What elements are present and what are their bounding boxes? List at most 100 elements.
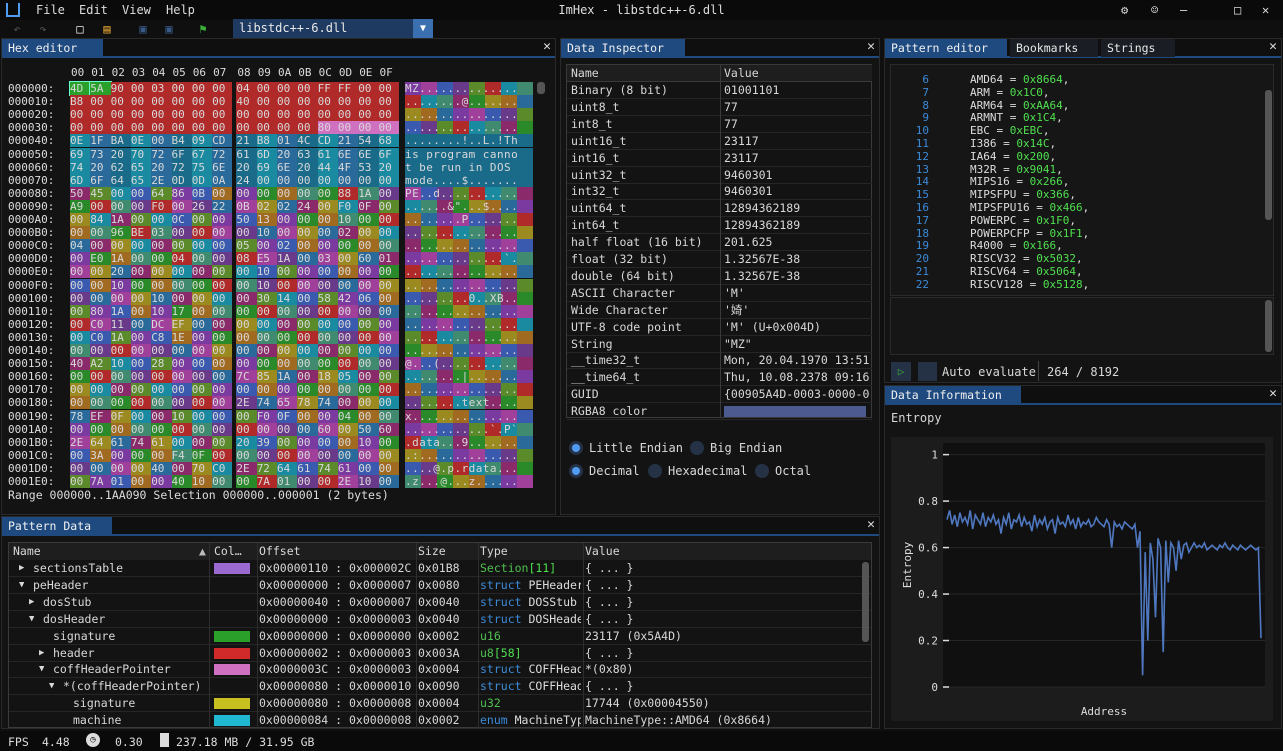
hex-byte[interactable]: 0B <box>236 199 258 213</box>
hex-byte[interactable]: 0F <box>358 199 380 213</box>
hex-byte[interactable]: 00 <box>191 422 213 436</box>
pattern-row[interactable]: signature 0x00000080 : 0x0000008 0x0004 u32… <box>9 695 871 713</box>
hex-byte[interactable]: 00 <box>212 448 233 462</box>
hex-byte[interactable]: 13 <box>256 213 278 226</box>
hex-byte[interactable]: 00 <box>212 422 233 436</box>
hex-byte[interactable]: 00 <box>236 108 258 122</box>
hex-byte[interactable]: 02 <box>337 226 359 240</box>
hex-byte[interactable]: 00 <box>236 357 258 371</box>
hex-byte[interactable]: 00 <box>256 383 278 397</box>
hex-byte[interactable]: 00 <box>70 213 91 226</box>
chevron-right-icon[interactable]: ▶ <box>29 594 34 611</box>
hex-byte[interactable]: 00 <box>236 475 258 488</box>
hex-byte[interactable]: 00 <box>90 422 112 436</box>
col-offset[interactable]: Offset <box>259 543 301 560</box>
col-type[interactable]: Type <box>480 543 508 560</box>
hex-byte[interactable]: 54 <box>358 134 380 148</box>
hex-byte[interactable]: 85 <box>256 370 278 384</box>
hex-byte[interactable]: 04 <box>171 252 193 266</box>
hex-byte[interactable]: 00 <box>236 226 258 240</box>
hex-byte[interactable]: 00 <box>358 95 380 109</box>
hex-byte[interactable]: 00 <box>297 304 319 318</box>
hex-byte[interactable]: 00 <box>110 344 132 357</box>
hex-byte[interactable]: 00 <box>151 239 173 253</box>
hex-byte[interactable]: C0 <box>212 461 233 475</box>
hex-byte[interactable]: 00 <box>358 409 380 423</box>
hex-byte[interactable]: 03 <box>151 82 173 95</box>
hex-byte[interactable]: 00 <box>378 186 399 200</box>
hex-byte[interactable]: 50 <box>236 213 258 226</box>
hex-byte[interactable]: 00 <box>70 422 91 436</box>
hex-byte[interactable]: 00 <box>110 448 132 462</box>
hex-byte[interactable]: 00 <box>212 475 233 488</box>
hex-byte[interactable]: 01 <box>378 252 399 266</box>
hex-byte[interactable]: 10 <box>171 409 193 423</box>
hex-byte[interactable]: 0D <box>191 173 213 187</box>
hex-byte[interactable]: 00 <box>110 95 132 109</box>
hex-ascii[interactable]: PE..d........... <box>405 186 533 200</box>
hex-byte[interactable]: 2E <box>151 173 173 187</box>
hex-byte[interactable]: 00 <box>130 370 152 384</box>
hex-ascii[interactable]: ................ <box>405 317 533 331</box>
hex-byte[interactable]: 00 <box>151 121 173 135</box>
hex-byte[interactable]: 60 <box>358 252 380 266</box>
hex-byte[interactable]: 00 <box>256 82 278 95</box>
hex-byte[interactable]: 00 <box>378 226 399 240</box>
hex-byte[interactable]: 00 <box>130 95 152 109</box>
hex-byte[interactable]: 1A <box>110 330 132 344</box>
hex-byte[interactable]: 6E <box>277 160 298 174</box>
hex-ascii[interactable]: MZ.............. <box>405 82 533 95</box>
hex-ascii[interactable]: ................ <box>405 330 533 344</box>
smiley-icon[interactable]: ☺ <box>1151 3 1158 17</box>
chevron-right-icon[interactable]: ▶ <box>39 645 44 662</box>
hex-byte[interactable]: 00 <box>317 226 339 240</box>
hex-byte[interactable]: 00 <box>358 330 380 344</box>
hex-byte[interactable]: 00 <box>171 82 193 95</box>
hex-byte[interactable]: 6F <box>171 147 193 161</box>
hex-byte[interactable]: 00 <box>317 344 339 357</box>
hex-byte[interactable]: 00 <box>256 95 278 109</box>
column-divider[interactable] <box>209 543 210 728</box>
hex-byte[interactable]: 4F <box>337 160 359 174</box>
hex-byte[interactable]: 00 <box>110 422 132 436</box>
hex-byte[interactable]: 00 <box>130 409 152 423</box>
hex-byte[interactable]: 08 <box>236 252 258 266</box>
hex-byte[interactable]: 00 <box>236 448 258 462</box>
hex-byte[interactable]: 6D <box>256 147 278 161</box>
hex-byte[interactable]: 00 <box>337 108 359 122</box>
hex-byte[interactable]: 00 <box>70 291 91 305</box>
hex-byte[interactable]: 00 <box>236 186 258 200</box>
hex-ascii[interactable]: ................ <box>405 265 533 279</box>
little-endian-radio[interactable] <box>569 441 583 455</box>
hex-byte[interactable]: 00 <box>110 199 132 213</box>
hex-scrollbar[interactable] <box>537 82 545 94</box>
hexadecimal-radio[interactable] <box>648 464 662 478</box>
hex-byte[interactable]: 00 <box>191 317 213 331</box>
hex-byte[interactable]: 00 <box>317 239 339 253</box>
hex-byte[interactable]: 4C <box>297 134 319 148</box>
open-folder-icon[interactable]: ▤ <box>100 22 114 36</box>
close-icon[interactable]: ✕ <box>543 39 551 55</box>
hex-byte[interactable]: 2E <box>236 396 258 410</box>
hex-byte[interactable]: 6E <box>337 147 359 161</box>
file-selector[interactable]: libstdc++-6.dll ▼ <box>233 19 433 38</box>
chevron-down-icon[interactable]: ▼ <box>19 577 24 594</box>
hex-byte[interactable]: 00 <box>212 370 233 384</box>
hex-byte[interactable]: 00 <box>212 186 233 200</box>
auto-evaluate-checkbox[interactable] <box>918 362 937 381</box>
hex-byte[interactable]: 20 <box>90 160 112 174</box>
hex-byte[interactable]: 00 <box>358 461 380 475</box>
hex-byte[interactable]: 00 <box>236 278 258 292</box>
pattern-row[interactable]: ▼ *(coffHeaderPointer) 0x00000080 : 0x0000… <box>9 678 871 696</box>
hex-byte[interactable]: 00 <box>277 186 298 200</box>
hex-byte[interactable]: 14 <box>277 291 298 305</box>
col-size[interactable]: Size <box>418 543 446 560</box>
hex-byte[interactable]: F0 <box>337 199 359 213</box>
hex-byte[interactable]: 00 <box>236 330 258 344</box>
hex-byte[interactable]: 00 <box>171 396 193 410</box>
hex-byte[interactable]: 00 <box>130 304 152 318</box>
hex-byte[interactable]: 7A <box>256 475 278 488</box>
hex-ascii[interactable]: ................ <box>405 226 533 240</box>
hex-byte[interactable]: 61 <box>236 147 258 161</box>
hex-ascii[interactable]: mode....$....... <box>405 173 533 187</box>
